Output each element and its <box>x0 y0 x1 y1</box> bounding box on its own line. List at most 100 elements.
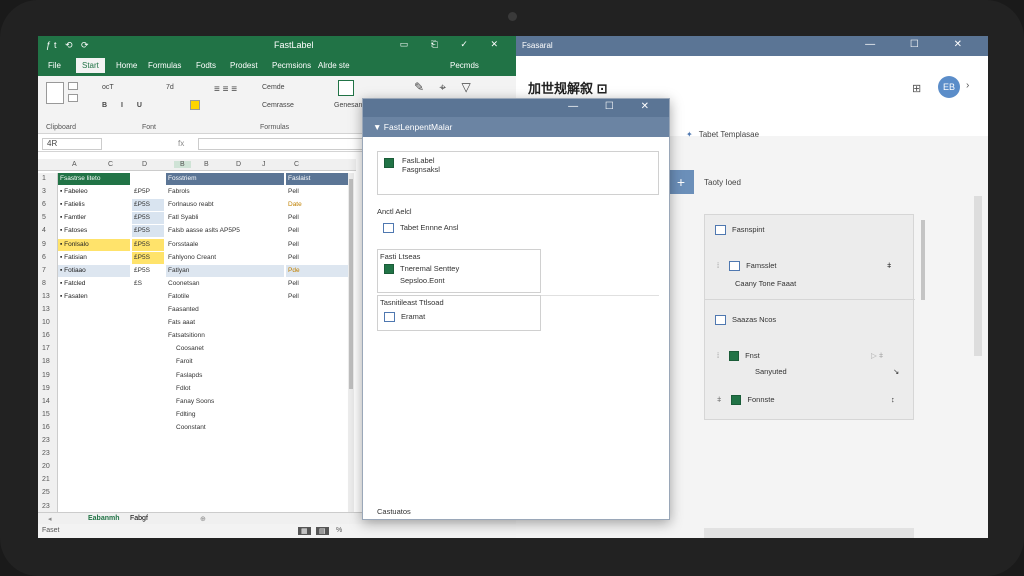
row-header[interactable]: 6 <box>42 254 46 261</box>
col-b-header[interactable]: Fosstriem <box>166 173 284 185</box>
row-header[interactable]: 23 <box>42 450 50 457</box>
edit-icon[interactable]: ↘ <box>893 367 899 376</box>
row-header[interactable]: 13 <box>42 293 50 300</box>
drag-handle-icon[interactable]: ⁞ <box>717 261 719 270</box>
copy-icon[interactable] <box>68 94 78 102</box>
col-b-cell[interactable]: Coosanet <box>166 343 284 355</box>
row-header[interactable]: 25 <box>42 489 50 496</box>
col-b-cell[interactable]: Fats aaat <box>166 317 284 329</box>
tab-alrde[interactable]: Alrde ste <box>318 61 350 70</box>
view-normal-icon[interactable]: ▦ <box>298 527 311 535</box>
row-header[interactable]: 20 <box>42 463 50 470</box>
col-c-cell[interactable]: £P5S <box>132 199 164 212</box>
pin-icon[interactable]: ǂ <box>887 261 891 270</box>
template-link[interactable]: ✦ Tabet Templasae <box>686 130 759 139</box>
row-header[interactable]: 10 <box>42 319 50 326</box>
spreadsheet-grid[interactable]: Fsastrse liteto Fosstriem Faslaist ▪ Fab… <box>58 173 356 513</box>
col-b-cell[interactable]: Fdlting <box>166 409 284 421</box>
apps-icon[interactable]: ⊞ <box>912 82 921 95</box>
tab-home[interactable]: Home <box>116 61 137 70</box>
col-b-cell[interactable]: Fatl Syabli <box>166 212 284 224</box>
tab-fodts[interactable]: Fodts <box>196 61 216 70</box>
task-item[interactable]: Tabet Ennne Ansl <box>383 223 458 234</box>
col-c-cell[interactable]: £S <box>132 278 164 290</box>
col-c-cell[interactable]: £P5S <box>132 212 164 225</box>
scroll-thumb[interactable] <box>349 179 353 389</box>
zoom-label[interactable]: % <box>336 527 342 534</box>
col-a-cell[interactable]: ▪ Fatielis <box>58 199 130 211</box>
col-b-cell[interactable]: Forlnauso reabt <box>166 199 284 211</box>
view-layout-icon[interactable]: ▤ <box>316 527 329 535</box>
row-header[interactable]: 23 <box>42 503 50 510</box>
row-header[interactable]: 4 <box>42 227 46 234</box>
dialog-footer[interactable]: Castuatos <box>377 507 411 516</box>
col-b-cell[interactable]: Falsb aasse aslts AP5P5 <box>166 225 284 237</box>
cut-icon[interactable] <box>68 82 78 90</box>
drag-handle-icon-2[interactable]: ⁞ <box>717 351 719 360</box>
col-b-cell[interactable]: Fabrols <box>166 186 284 198</box>
col-header-b2[interactable]: B <box>204 161 209 168</box>
col-c-cell[interactable]: £P5S <box>132 265 164 277</box>
card-section-2[interactable]: Saazas Ncos <box>715 315 776 326</box>
add-button[interactable]: + <box>668 170 694 194</box>
col-d-cell[interactable]: Pell <box>286 225 348 237</box>
col-b-cell[interactable]: Faslapds <box>166 370 284 382</box>
flag-icon[interactable]: ▷ ǂ <box>871 351 883 360</box>
col-d-cell[interactable]: Pell <box>286 186 348 198</box>
row-header[interactable]: 15 <box>42 411 50 418</box>
row-header[interactable]: 7 <box>42 267 46 274</box>
col-d-header[interactable]: Faslaist <box>286 173 348 185</box>
card-item-3[interactable]: ǂ Fonnste <box>717 395 775 406</box>
card-scroll-thumb[interactable] <box>921 220 925 300</box>
col-header-b[interactable]: B <box>174 161 191 168</box>
row-header[interactable]: 16 <box>42 332 50 339</box>
col-b-cell[interactable]: Coonetsan <box>166 278 284 290</box>
col-b-cell[interactable]: Fanay Soons <box>166 396 284 408</box>
row-header[interactable]: 17 <box>42 345 50 352</box>
col-header-d2[interactable]: D <box>236 161 241 168</box>
sheet-tab-1[interactable]: Eabanmh <box>88 515 120 522</box>
col-b-cell[interactable]: Fahlyono Creant <box>166 252 284 264</box>
col-d-cell[interactable]: Pell <box>286 291 348 303</box>
tab-formulas[interactable]: Formulas <box>148 61 181 70</box>
col-c-cell[interactable]: £P5S <box>132 251 164 264</box>
card-item-2[interactable]: ⁞ Fnst <box>717 351 760 362</box>
col-b-cell[interactable]: Coonstant <box>166 422 284 434</box>
tool-icons[interactable]: ✎ ⌖ ▽ <box>414 80 477 95</box>
planner-window-controls[interactable]: — ☐ ✕ <box>865 39 978 50</box>
col-a-header[interactable]: Fsastrse liteto <box>58 173 130 185</box>
tab-search[interactable]: Pecmds <box>450 61 479 70</box>
col-d-cell[interactable]: Pde <box>286 264 348 277</box>
col-c-cell[interactable]: £P5P <box>132 186 164 198</box>
add-sheet-icon[interactable]: ⊕ <box>200 515 206 523</box>
style-label-1[interactable]: Cemde <box>262 84 285 91</box>
row-header[interactable]: 23 <box>42 437 50 444</box>
row-header[interactable]: 19 <box>42 385 50 392</box>
col-d-cell[interactable]: Pell <box>286 212 348 224</box>
sheet-nav-icon[interactable]: ◂ <box>48 515 52 523</box>
card-scrollbar[interactable] <box>920 212 926 352</box>
row-header[interactable]: 13 <box>42 306 50 313</box>
col-header-j[interactable]: J <box>262 161 266 168</box>
dialog-window-controls[interactable]: — ☐ ✕ <box>568 101 661 112</box>
col-b-cell[interactable]: Forsstaale <box>166 239 284 251</box>
col-c-cell[interactable]: £P5S <box>132 238 164 251</box>
col-b-cell[interactable]: Faroit <box>166 356 284 368</box>
row-header[interactable]: 9 <box>42 241 46 248</box>
col-a-cell[interactable]: ▪ Fatcled <box>58 278 130 290</box>
row-header[interactable]: 8 <box>42 280 46 287</box>
vertical-scrollbar[interactable] <box>348 173 354 513</box>
col-d-cell[interactable]: Pell <box>286 252 348 264</box>
paste-icon[interactable] <box>46 82 64 104</box>
col-a-cell[interactable]: ▪ Fatoses <box>58 225 130 237</box>
font-size-box[interactable]: 7d <box>166 84 174 91</box>
options-icon[interactable]: ↕ <box>891 395 895 404</box>
row-header[interactable]: 5 <box>42 214 46 221</box>
col-b-cell[interactable]: Fatsatsitionn <box>166 330 284 342</box>
col-b-cell[interactable]: Faasanted <box>166 304 284 316</box>
row-header[interactable]: 6 <box>42 201 46 208</box>
style-label-2[interactable]: Cemrasse <box>262 102 294 109</box>
avatar[interactable]: EB <box>938 76 960 98</box>
row-header[interactable]: 16 <box>42 424 50 431</box>
col-d-cell[interactable]: Date <box>286 199 348 211</box>
